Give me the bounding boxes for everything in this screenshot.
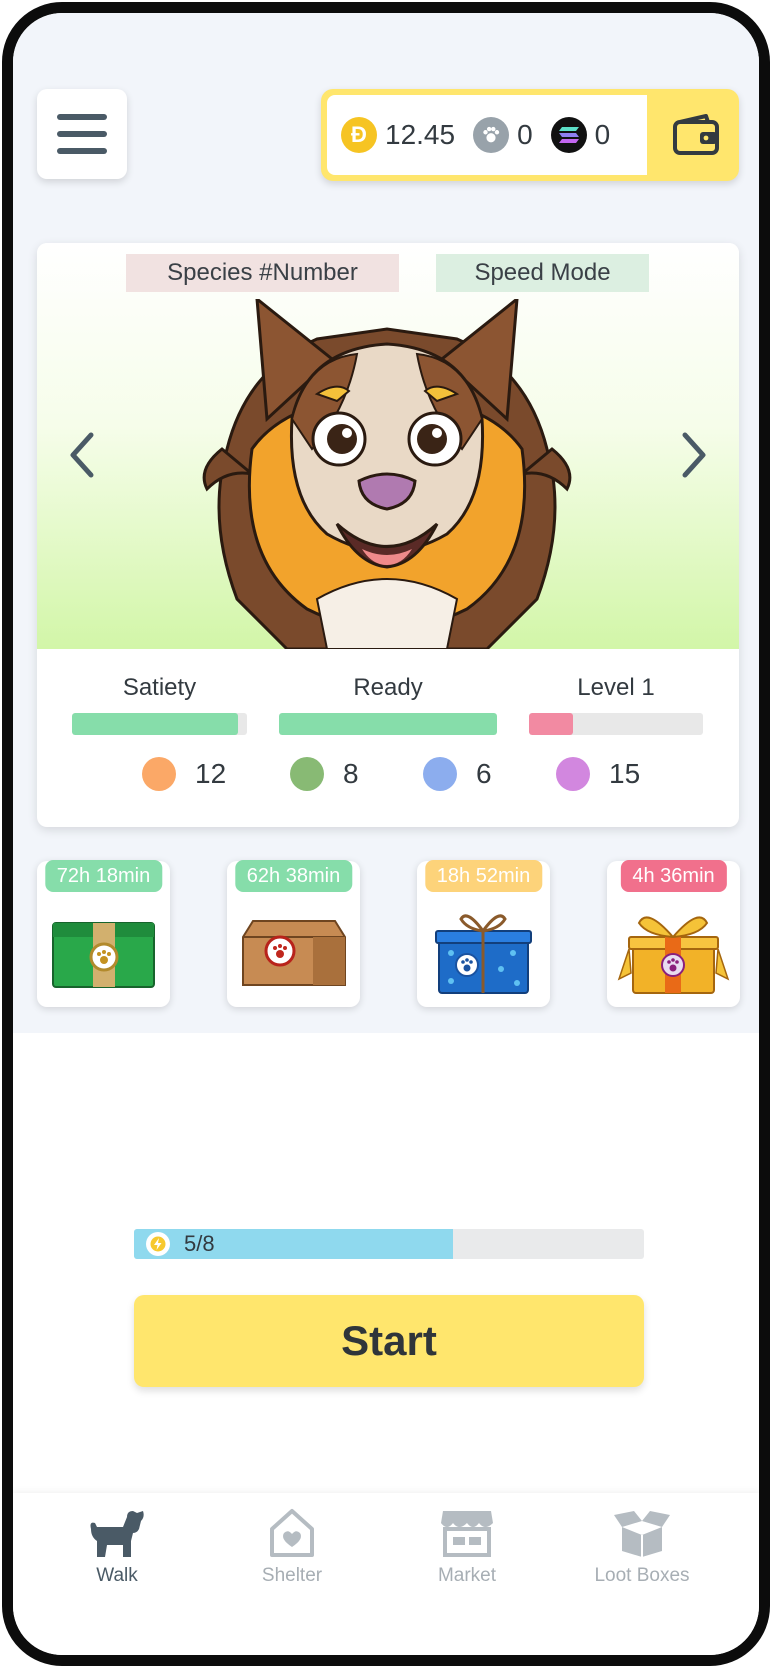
attribute-purple: 15 — [556, 757, 640, 791]
ready-bar — [279, 713, 497, 735]
dog-portrait — [202, 299, 572, 649]
ready-label: Ready — [353, 674, 423, 701]
nav-label-shelter: Shelter — [261, 1565, 323, 1586]
nav-label-market: Market — [437, 1565, 497, 1586]
golden-gift-icon — [617, 916, 730, 994]
box-timer: 72h 18min — [44, 860, 163, 892]
mode-tag: Speed Mode — [436, 254, 649, 292]
doge-balance: 12.45 — [385, 119, 456, 150]
balance-list: Ð 12.45 0 0 — [327, 95, 647, 175]
attribute-value: 6 — [476, 758, 492, 789]
green-dot-icon — [290, 757, 324, 791]
open-box-icon — [614, 1511, 670, 1557]
green-box-icon — [52, 922, 155, 988]
box-timer: 4h 36min — [620, 860, 727, 892]
solana-balance: 0 — [594, 119, 611, 150]
nav-item-shelter[interactable]: Shelter — [212, 1507, 372, 1597]
attribute-row: 12 8 6 15 — [37, 757, 739, 797]
nav-label-loot-boxes: Loot Boxes — [594, 1565, 690, 1586]
nav-item-walk[interactable]: Walk — [37, 1507, 197, 1597]
nav-item-loot-boxes[interactable]: Loot Boxes — [562, 1507, 722, 1597]
paw-balance: 0 — [517, 119, 533, 150]
market-stall-icon — [441, 1511, 493, 1557]
loot-box-slot[interactable]: 62h 38min — [227, 860, 360, 1007]
menu-icon-line — [57, 114, 107, 120]
orange-dot-icon — [142, 757, 176, 791]
chevron-left-icon — [70, 432, 94, 478]
pet-stats: Satiety Ready Level 1 12 8 6 15 — [37, 649, 739, 827]
previous-pet-button[interactable] — [57, 425, 107, 485]
energy-bar-fill — [134, 1229, 453, 1259]
start-button[interactable]: Start — [134, 1295, 644, 1387]
lightning-icon — [146, 1232, 170, 1256]
ready-stat: Ready — [279, 673, 497, 735]
paw-token-icon — [473, 117, 510, 153]
level-stat: Level 1 — [529, 673, 703, 735]
box-timer: 18h 52min — [424, 860, 543, 892]
doge-coin-icon: Ð — [341, 117, 377, 153]
attribute-orange: 12 — [142, 757, 226, 791]
level-bar-fill — [529, 713, 573, 735]
pet-card: Species #Number Speed Mode Satiety Ready… — [37, 243, 739, 827]
ready-bar-fill — [279, 713, 497, 735]
menu-icon-line — [57, 148, 107, 154]
dog-icon — [90, 1511, 144, 1557]
species-tag: Species #Number — [126, 254, 399, 292]
pet-stage: Species #Number Speed Mode — [37, 243, 739, 649]
level-label: Level 1 — [577, 674, 655, 701]
box-timer: 62h 38min — [234, 860, 353, 892]
energy-bar: 5/8 — [134, 1229, 644, 1259]
phone-frame: Ð 12.45 0 0 Species #Number Speed Mode S… — [2, 2, 770, 1666]
brown-parcel-icon — [242, 920, 346, 986]
nav-label-walk: Walk — [96, 1565, 138, 1586]
wallet-button[interactable] — [653, 89, 739, 181]
attribute-blue: 6 — [423, 757, 492, 791]
wallet-icon — [673, 114, 719, 155]
attribute-green: 8 — [290, 757, 359, 791]
loot-box-slot[interactable]: 4h 36min — [607, 860, 740, 1007]
chevron-right-icon — [682, 432, 706, 478]
nav-item-market[interactable]: Market — [387, 1507, 547, 1597]
bottom-nav: Walk Shelter Market Loot Boxes — [13, 1493, 759, 1655]
solana-icon — [550, 117, 587, 153]
energy-count: 5/8 — [184, 1231, 215, 1256]
loot-box-slot[interactable]: 72h 18min — [37, 860, 170, 1007]
loot-box-slot[interactable]: 18h 52min — [417, 860, 550, 1007]
menu-icon-line — [57, 131, 107, 137]
blue-dot-icon — [423, 757, 457, 791]
balance-bar: Ð 12.45 0 0 — [321, 89, 739, 181]
menu-button[interactable] — [37, 89, 127, 179]
level-bar — [529, 713, 703, 735]
blue-gift-icon — [435, 914, 532, 994]
attribute-value: 12 — [195, 758, 227, 789]
attribute-value: 8 — [343, 758, 359, 789]
house-heart-icon — [270, 1509, 314, 1557]
satiety-stat: Satiety — [72, 673, 247, 735]
next-pet-button[interactable] — [669, 425, 719, 485]
satiety-label: Satiety — [122, 674, 197, 701]
attribute-value: 15 — [609, 758, 641, 789]
purple-dot-icon — [556, 757, 590, 791]
satiety-bar — [72, 713, 247, 735]
satiety-bar-fill — [72, 713, 239, 735]
